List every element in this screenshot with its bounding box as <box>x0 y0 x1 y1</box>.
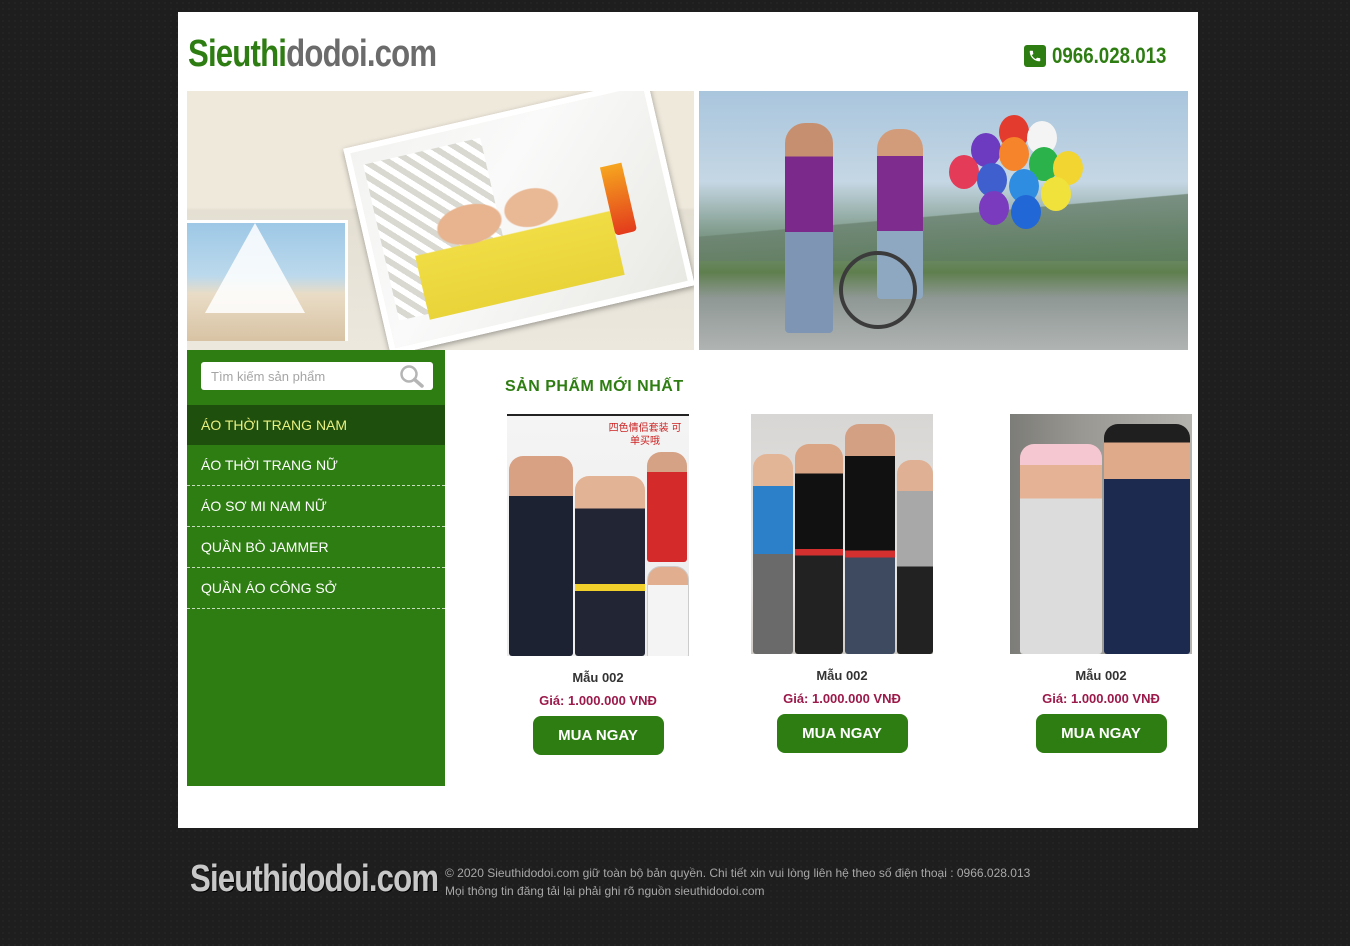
search-input[interactable] <box>211 364 391 388</box>
footer-line-2: Mọi thông tin đăng tải lại phải ghi rõ n… <box>445 884 765 898</box>
banner-mountain <box>699 191 1188 261</box>
product-image[interactable] <box>1010 414 1192 654</box>
banner-man <box>785 123 833 333</box>
hotline[interactable]: 0966.028.013 <box>1024 43 1172 68</box>
search-box <box>201 362 433 390</box>
menu-item-quan-ao-cong-so[interactable]: QUẦN ÁO CÔNG SỞ <box>187 568 445 609</box>
logo-text-part2: dodoi.com <box>286 33 437 75</box>
buy-now-button[interactable]: MUA NGAY <box>776 714 908 753</box>
balloon <box>1011 195 1041 229</box>
banner-right <box>699 91 1188 350</box>
menu-item-ao-thoi-trang-nam[interactable]: ÁO THỜI TRANG NAM <box>187 405 445 445</box>
banner-left <box>187 91 694 350</box>
banner-balloons <box>949 115 1089 229</box>
product-figure <box>753 454 793 654</box>
balloon <box>979 191 1009 225</box>
product-figure <box>509 456 573 656</box>
banner-bike-wheel <box>839 251 917 329</box>
product-price: Giá: 1.000.000 VNĐ <box>783 691 901 706</box>
product-image[interactable]: 四色情侣套装 可单买哦 <box>507 414 689 656</box>
menu-item-ao-thoi-trang-nu[interactable]: ÁO THỜI TRANG NỮ <box>187 445 445 486</box>
product-image-caption: 四色情侣套装 可单买哦 <box>608 423 682 447</box>
product-name: Mẫu 002 <box>1075 668 1127 683</box>
product-name: Mẫu 002 <box>816 668 868 683</box>
product-figure <box>897 460 933 654</box>
menu-item-quan-bo-jammer[interactable]: QUẦN BÒ JAMMER <box>187 527 445 568</box>
product-figure <box>1020 444 1102 654</box>
search-icon[interactable] <box>397 364 427 388</box>
product-figure <box>647 452 687 562</box>
section-title: SẢN PHẨM MỚI NHẤT <box>505 378 684 395</box>
category-menu: ÁO THỜI TRANG NAM ÁO THỜI TRANG NỮ ÁO SƠ… <box>187 405 445 609</box>
product-figure <box>795 444 843 654</box>
banner-tent-shape <box>205 223 305 313</box>
site-logo[interactable]: Sieuthidodoi.com <box>188 32 437 76</box>
product-card: 四色情侣套装 可单买哦 Mẫu 002 Giá: 1.000.000 VNĐ M… <box>498 414 698 755</box>
balloon <box>999 137 1029 171</box>
footer-logo[interactable]: Sieuthidodoi.com <box>190 858 439 901</box>
phone-icon <box>1024 45 1046 67</box>
product-price: Giá: 1.000.000 VNĐ <box>1042 691 1160 706</box>
product-figure <box>647 566 689 656</box>
product-image[interactable] <box>751 414 933 654</box>
product-card: Mẫu 002 Giá: 1.000.000 VNĐ MUA NGAY <box>1001 414 1201 753</box>
product-figure <box>575 476 645 656</box>
product-figure <box>845 424 895 654</box>
footer-line-1: © 2020 Sieuthidodoi.com giữ toàn bộ bản … <box>445 866 1031 880</box>
menu-item-ao-so-mi-nam-nu[interactable]: ÁO SƠ MI NAM NỮ <box>187 486 445 527</box>
footer-copyright: © 2020 Sieuthidodoi.com giữ toàn bộ bản … <box>445 864 1030 900</box>
buy-now-button[interactable]: MUA NGAY <box>1035 714 1167 753</box>
product-figure <box>1104 424 1190 654</box>
page-container: Sieuthidodoi.com 0966.028.013 Tìm kiếm s… <box>178 12 1198 828</box>
product-price: Giá: 1.000.000 VNĐ <box>539 693 657 708</box>
balloon <box>949 155 979 189</box>
phone-number: 0966.028.013 <box>1052 43 1167 68</box>
logo-text-part1: Sieuthi <box>188 33 287 75</box>
banner-beach-photo <box>187 220 348 341</box>
sidebar: ÁO THỜI TRANG NAM ÁO THỜI TRANG NỮ ÁO SƠ… <box>187 350 445 786</box>
balloon <box>1041 177 1071 211</box>
product-name: Mẫu 002 <box>572 670 624 685</box>
product-card: Mẫu 002 Giá: 1.000.000 VNĐ MUA NGAY <box>742 414 942 753</box>
buy-now-button[interactable]: MUA NGAY <box>532 716 664 755</box>
banner-couple-photo <box>343 91 694 350</box>
